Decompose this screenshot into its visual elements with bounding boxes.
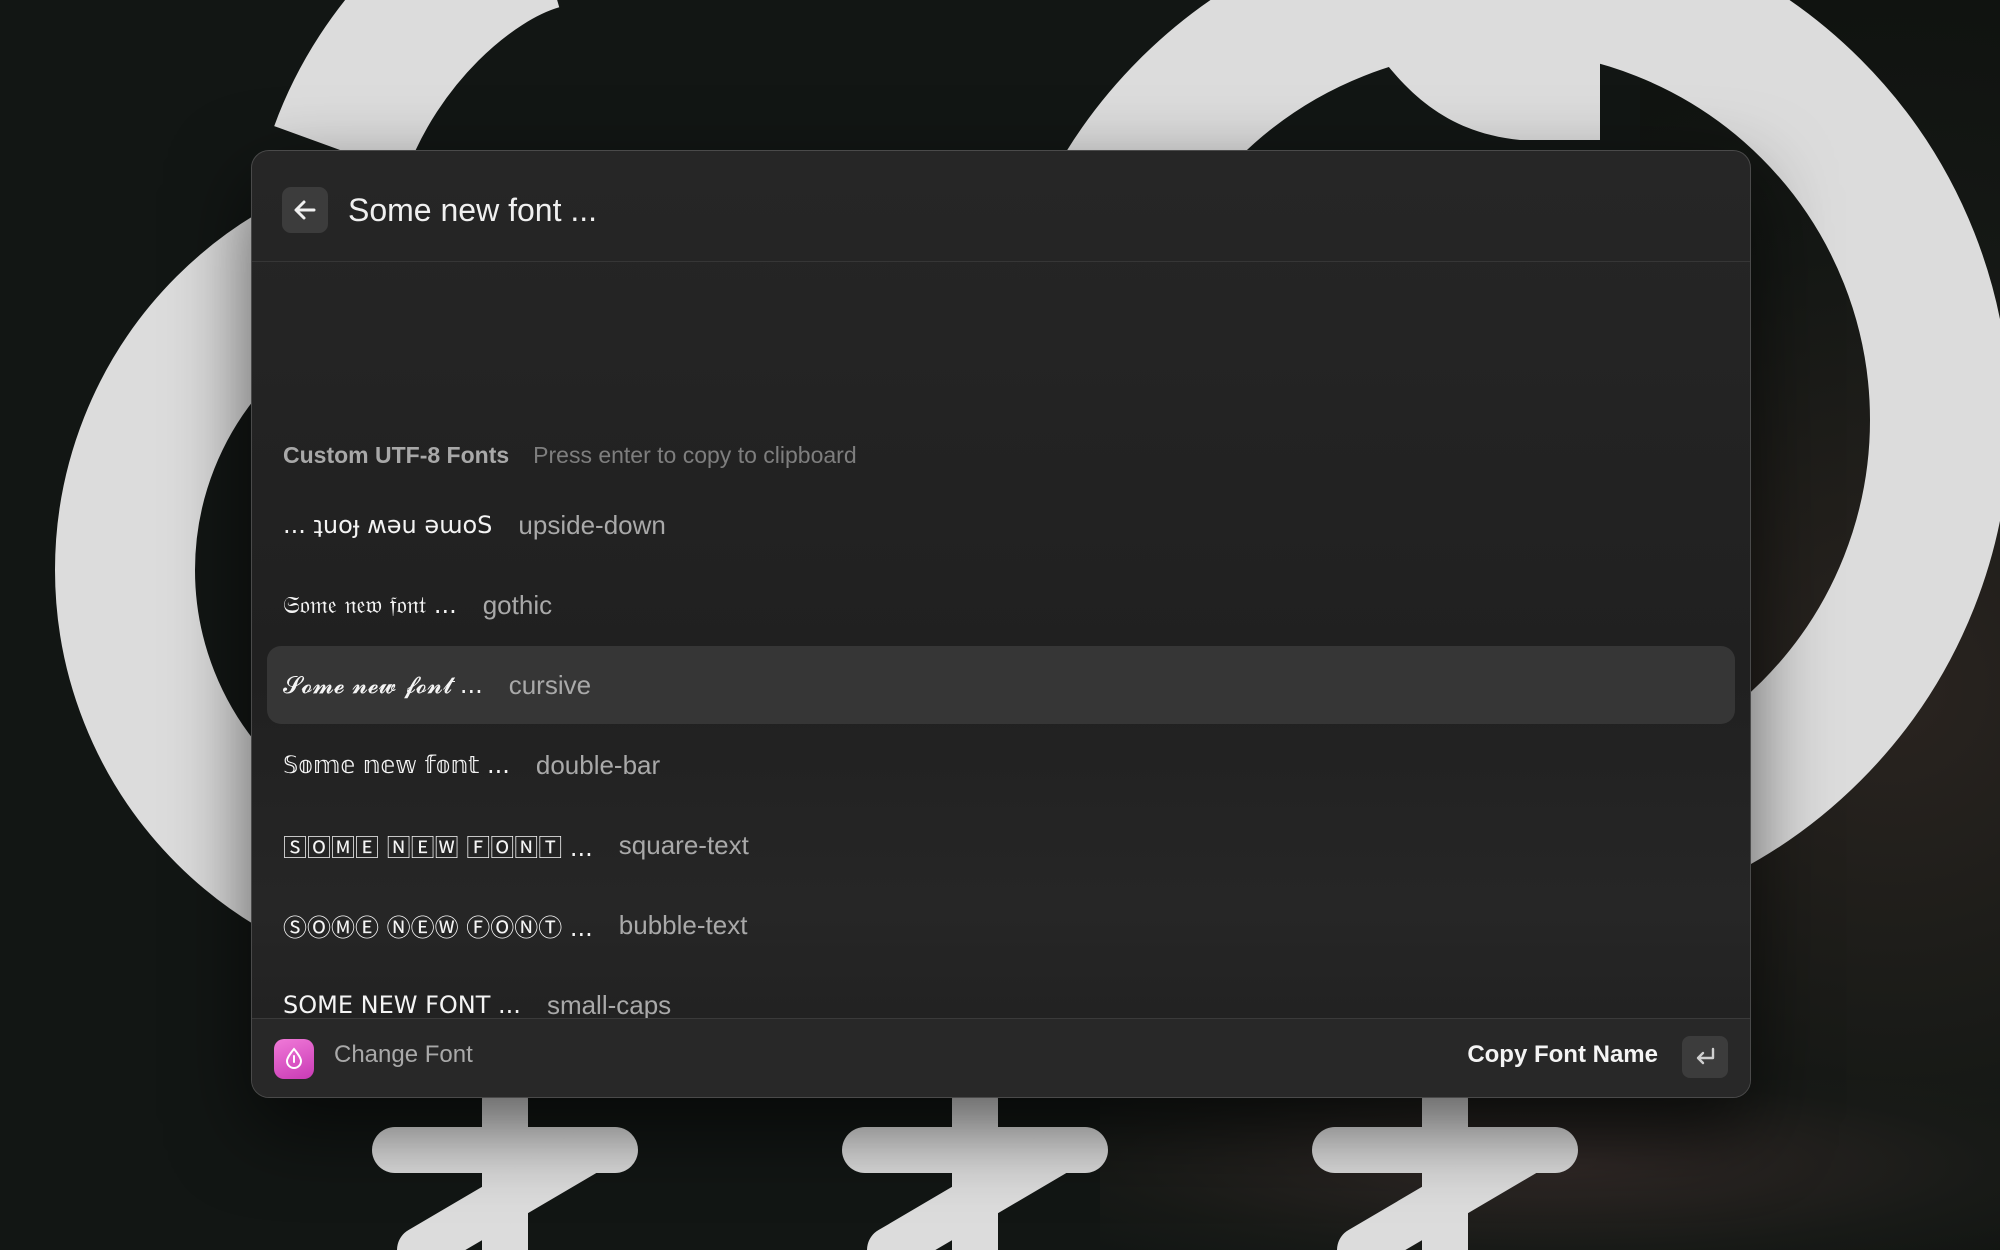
list-item-upside-down[interactable]: ... ʇuoɟ ʍǝu ǝɯoS upside-down	[267, 486, 1735, 564]
font-sample: 𝓢𝓸𝓶𝓮 𝓷𝓮𝔀 𝓯𝓸𝓷𝓽 ...	[283, 671, 483, 699]
copy-font-name-button[interactable]: Copy Font Name	[1467, 1041, 1658, 1069]
list-item-gothic[interactable]: 𝔖𝔬𝔪𝔢 𝔫𝔢𝔴 𝔣𝔬𝔫𝔱 ... gothic	[267, 566, 1735, 644]
return-icon	[1696, 1047, 1715, 1065]
search-header	[252, 151, 1750, 262]
font-list: ... ʇuoɟ ʍǝu ǝɯoS upside-down 𝔖𝔬𝔪𝔢 𝔫𝔢𝔴 𝔣𝔬𝔫…	[267, 336, 1735, 1097]
font-style-name: double-bar	[535, 749, 661, 780]
arrow-left-icon	[294, 200, 316, 220]
font-style-name: square-text	[618, 829, 749, 860]
font-style-name: gothic	[482, 589, 553, 620]
font-sample: ... ʇuoɟ ʍǝu ǝɯoS	[283, 511, 493, 539]
raycast-font-icon[interactable]	[274, 1039, 314, 1079]
font-sample: SOME NEW FONT ...	[283, 991, 521, 1019]
font-style-name: small-caps	[546, 989, 672, 1020]
list-item-cursive[interactable]: 𝓢𝓸𝓶𝓮 𝓷𝓮𝔀 𝓯𝓸𝓷𝓽 ... cursive	[267, 646, 1735, 724]
font-picker-window: Custom UTF-8 Fonts Press enter to copy t…	[251, 150, 1751, 1098]
footer-title: Change Font	[334, 1041, 473, 1068]
font-style-name: cursive	[508, 669, 592, 700]
font-sample: 🅂🄾🄼🄴 🄽🄴🅆 🄵🄾🄽🅃 ...	[283, 833, 593, 862]
action-bar: Change Font Copy Font Name	[252, 1018, 1750, 1097]
font-sample: 𝔖𝔬𝔪𝔢 𝔫𝔢𝔴 𝔣𝔬𝔫𝔱 ...	[283, 591, 457, 619]
back-button[interactable]	[282, 187, 328, 233]
list-item-bubble-text[interactable]: ⓈⓄⓂⒺ ⓃⒺⓌ ⒻⓄⓃⓉ ... bubble-text	[267, 886, 1735, 964]
font-style-name: bubble-text	[618, 909, 748, 940]
font-sample: 𝕊𝕠𝕞𝕖 𝕟𝕖𝕨 𝕗𝕠𝕟𝕥 ...	[283, 751, 510, 779]
list-item-double-bar[interactable]: 𝕊𝕠𝕞𝕖 𝕟𝕖𝕨 𝕗𝕠𝕟𝕥 ... double-bar	[267, 726, 1735, 804]
power-drop-icon	[285, 1047, 303, 1069]
font-sample: ⓈⓄⓂⒺ ⓃⒺⓌ ⒻⓄⓃⓉ ...	[283, 913, 593, 942]
font-style-name: upside-down	[518, 509, 666, 540]
search-input[interactable]	[346, 177, 1650, 243]
return-key-icon[interactable]	[1682, 1036, 1728, 1078]
list-item-square-text[interactable]: 🅂🄾🄼🄴 🄽🄴🅆 🄵🄾🄽🅃 ... square-text	[267, 806, 1735, 884]
